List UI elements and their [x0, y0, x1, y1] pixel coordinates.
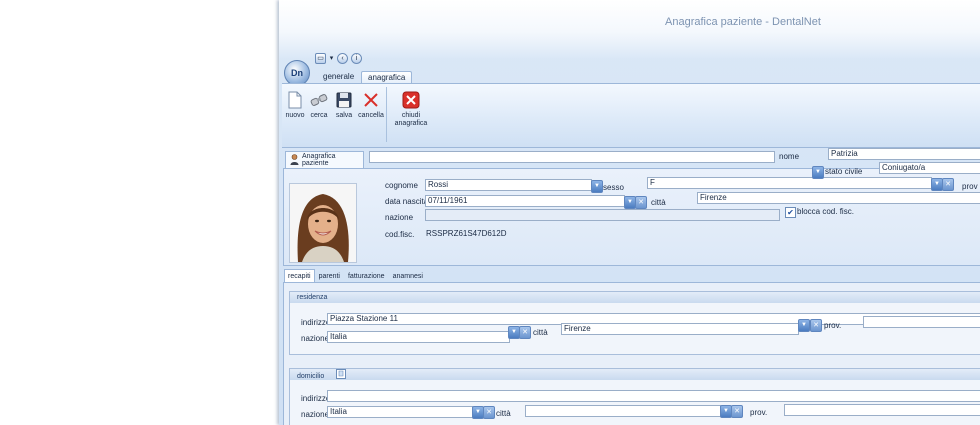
data-nascita-clear-icon[interactable]: ✕ — [635, 196, 647, 209]
domicilio-nazione-input[interactable]: Italia — [327, 406, 473, 418]
stato-civile-dropdown-icon[interactable]: ▼ — [812, 166, 824, 179]
new-document-icon — [285, 90, 305, 110]
residenza-citta-label: città — [533, 328, 548, 337]
residenza-citta-clear-icon[interactable]: ✕ — [810, 319, 822, 332]
tab-anamnesi[interactable]: anamnesi — [389, 269, 427, 282]
nazione-label: nazione — [385, 213, 414, 222]
tab-fatturazione[interactable]: fatturazione — [344, 269, 389, 282]
binoculars-icon — [309, 90, 329, 110]
residenza-nazione-input[interactable]: Italia — [327, 331, 510, 343]
tab-recapiti[interactable]: recapiti — [284, 269, 315, 282]
nome-label: nome — [779, 152, 800, 161]
domicilio-nazione-clear-icon[interactable]: ✕ — [483, 406, 495, 419]
residenza-header: residenza — [290, 292, 980, 303]
residenza-nazione-clear-icon[interactable]: ✕ — [519, 326, 531, 339]
anagrafica-label: anagrafica — [394, 120, 428, 127]
domicilio-nazione-label: nazione — [301, 410, 330, 419]
cancella-button[interactable]: cancella — [357, 90, 385, 120]
nazione-input[interactable] — [425, 209, 780, 221]
nuovo-button[interactable]: nuovo — [284, 90, 306, 120]
cerca-label: cerca — [310, 112, 328, 119]
domicilio-indirizzo-label: indirizzo — [301, 394, 331, 403]
salva-button[interactable]: salva — [333, 90, 355, 120]
delete-x-icon — [361, 90, 381, 110]
sesso-input[interactable]: F — [647, 177, 932, 189]
app-window: Anagrafica paziente - DentalNet Dn ▭ ▾ ‹… — [279, 0, 980, 425]
domicilio-citta-input[interactable] — [525, 405, 721, 417]
salva-label: salva — [335, 112, 353, 119]
cognome-input[interactable]: Rossi — [425, 179, 592, 191]
tab-parenti[interactable]: parenti — [315, 269, 344, 282]
qat-info-icon[interactable]: i — [351, 53, 362, 64]
qat-back-icon[interactable]: ‹ — [337, 53, 348, 64]
domicilio-citta-label: città — [496, 409, 511, 418]
quick-access-toolbar: ▭ ▾ ‹ i — [315, 53, 362, 64]
tab-anagrafica-paziente[interactable]: Anagrafica paziente — [285, 151, 364, 168]
tab-generale[interactable]: generale — [317, 71, 360, 83]
stato-civile-label: stato civile — [825, 167, 863, 176]
patient-tab-label: Anagrafica paziente — [302, 153, 336, 167]
patient-photo — [289, 183, 357, 263]
chiudi-label: chiudi — [401, 112, 421, 119]
citta-label: città — [651, 198, 666, 207]
title-bar: Anagrafica paziente - DentalNet — [279, 0, 980, 58]
subtabs: recapiti parenti fatturazione anamnesi — [284, 269, 427, 282]
floppy-disk-icon — [334, 90, 354, 110]
cognome-label: cognome — [385, 181, 418, 190]
qat-window-icon[interactable]: ▭ — [315, 53, 326, 64]
residenza-nazione-label: nazione — [301, 334, 330, 343]
qat-dropdown-icon[interactable]: ▾ — [329, 54, 334, 63]
domicilio-prov-label: prov. — [750, 408, 768, 417]
nuovo-label: nuovo — [285, 112, 305, 119]
ribbon-separator — [386, 87, 387, 142]
cognome-dropdown-icon[interactable]: ▼ — [591, 180, 603, 193]
domicilio-header: domicilio — [290, 369, 980, 380]
residenza-citta-dropdown-icon[interactable]: ▼ — [798, 319, 810, 332]
sesso-label: sesso — [603, 183, 624, 192]
sesso-clear-icon[interactable]: ✕ — [942, 178, 954, 191]
residenza-prov-label: prov. — [824, 321, 842, 330]
close-red-icon — [401, 90, 421, 110]
copy-address-icon[interactable] — [336, 369, 347, 383]
domicilio-indirizzo-input[interactable] — [327, 390, 980, 402]
window-title: Anagrafica paziente - DentalNet — [665, 16, 821, 28]
prov-label: prov — [962, 182, 978, 191]
chiudi-anagrafica-button[interactable]: chiudi anagrafica — [390, 90, 432, 128]
residenza-indirizzo-label: indirizzo — [301, 318, 331, 327]
stato-civile-input[interactable]: Coniugato/a — [879, 162, 980, 174]
data-nascita-label: data nascita — [385, 197, 429, 206]
app-logo: Dn — [291, 68, 303, 78]
top-blank-field[interactable] — [369, 151, 775, 163]
person-icon — [290, 153, 299, 167]
nome-input[interactable]: Patrizia — [828, 148, 980, 160]
cerca-button[interactable]: cerca — [308, 90, 330, 120]
domicilio-title: domicilio — [297, 372, 325, 380]
citta-input[interactable]: Firenze — [697, 192, 980, 204]
cod-fisc-label: cod.fisc. — [385, 230, 415, 239]
cod-fisc-value: RSSPRZ61S47D612D — [426, 229, 507, 238]
domicilio-prov-input[interactable] — [784, 404, 980, 416]
ribbon: nuovo cerca salva cancella chiudi anagra… — [282, 83, 980, 148]
blocca-cod-fisc-checkbox[interactable]: ✔ — [785, 207, 796, 218]
domicilio-citta-clear-icon[interactable]: ✕ — [731, 405, 743, 418]
cancella-label: cancella — [358, 112, 384, 119]
residenza-citta-input[interactable]: Firenze — [561, 323, 799, 335]
residenza-prov-input[interactable] — [863, 316, 980, 328]
blocca-cod-fisc-label: blocca cod. fisc. — [797, 207, 854, 216]
data-nascita-input[interactable]: 07/11/1961 — [425, 195, 625, 207]
